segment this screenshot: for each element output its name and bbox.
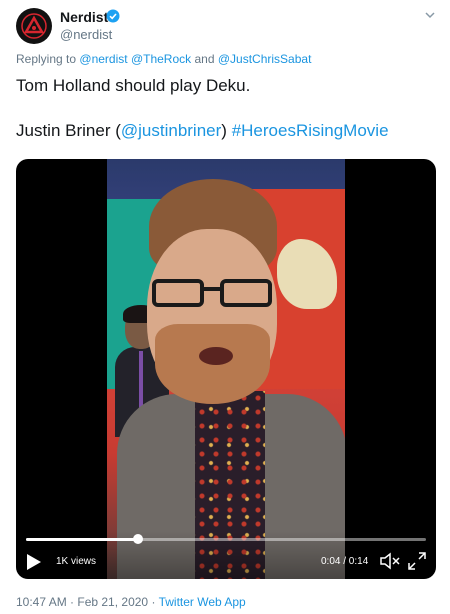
tweet-footer: 10:47 AM · Feb 21, 2020 · Twitter Web Ap… [16, 595, 246, 609]
nerdist-logo-icon [21, 13, 47, 39]
footer-separator: · [151, 595, 156, 609]
mention-link[interactable]: @nerdist [79, 52, 127, 66]
replying-to-label: Replying to [16, 52, 77, 66]
video-progress-bar[interactable] [26, 534, 426, 544]
verified-badge-icon [106, 9, 120, 23]
tweet-text-line: Tom Holland should play Deku. [16, 76, 251, 95]
hashtag-link[interactable]: #HeroesRisingMovie [232, 121, 389, 140]
video-time: 0:04 / 0:14 [321, 556, 369, 567]
chevron-down-icon[interactable] [424, 9, 436, 21]
play-icon[interactable] [26, 553, 42, 571]
video-player[interactable]: 1K views 0:04 / 0:14 [16, 159, 436, 579]
replying-and: and [194, 52, 215, 66]
fullscreen-icon[interactable] [408, 552, 426, 570]
view-count: 1K views [56, 556, 97, 567]
mention-link[interactable]: @TheRock [131, 52, 191, 66]
avatar[interactable] [16, 8, 52, 44]
mute-icon[interactable] [380, 552, 400, 570]
tweet-text-line: Justin Briner (@justinbriner) #HeroesRis… [16, 121, 389, 141]
tweet-card: Nerdist @nerdist Replying to @nerdist @T… [0, 0, 450, 614]
account-name[interactable]: Nerdist [60, 9, 108, 25]
glasses [152, 279, 277, 309]
timestamp[interactable]: 10:47 AM · Feb 21, 2020 [16, 595, 148, 609]
tweet-text: Justin Briner ( [16, 121, 121, 140]
mention-link[interactable]: @justinbriner [121, 121, 221, 140]
replying-to: Replying to @nerdist @TheRock and @JustC… [16, 52, 311, 66]
account-handle[interactable]: @nerdist [60, 27, 112, 42]
video-progress-fill [26, 538, 138, 541]
video-frame [107, 159, 345, 579]
source-link[interactable]: Twitter Web App [159, 595, 246, 609]
tweet-text: ) [221, 121, 227, 140]
mention-link[interactable]: @JustChrisSabat [218, 52, 312, 66]
video-scrub-handle[interactable] [133, 534, 143, 544]
